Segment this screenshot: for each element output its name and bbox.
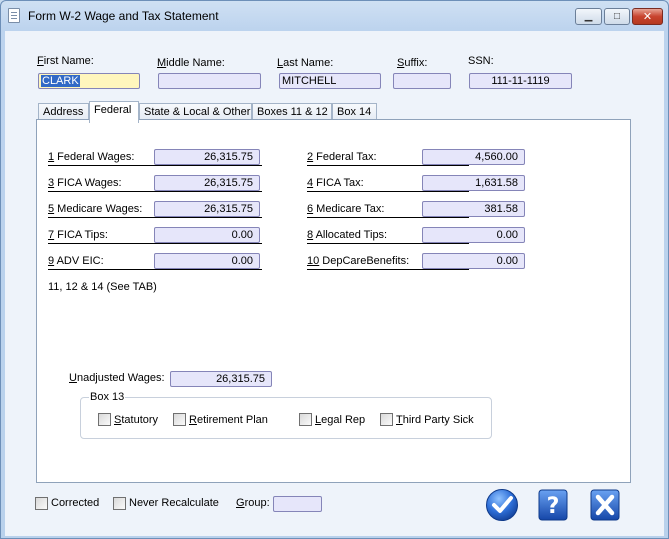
- first-name-value: CLARK: [41, 75, 80, 87]
- left-amount-field[interactable]: 0.00: [154, 253, 260, 269]
- right-field-text: FICA Tax:: [313, 177, 364, 189]
- corrected-label: Corrected: [51, 497, 100, 509]
- right-field-text: Medicare Tax:: [313, 203, 385, 215]
- row-underline: [48, 165, 262, 166]
- unadjusted-wages-label: Unadjusted Wages:: [69, 372, 165, 384]
- left-field-text: FICA Wages:: [54, 177, 122, 189]
- first-name-label: First Name:: [37, 55, 94, 67]
- left-amount-field[interactable]: 26,315.75: [154, 175, 260, 191]
- middle-name-field[interactable]: [158, 73, 261, 89]
- left-field-label: 1 Federal Wages:: [48, 151, 134, 163]
- left-field-label: 3 FICA Wages:: [48, 177, 122, 189]
- close-button[interactable]: ✕: [632, 8, 663, 25]
- group-label: Group:: [236, 497, 270, 509]
- first-name-field[interactable]: CLARK: [38, 73, 140, 89]
- right-field-label: 6 Medicare Tax:: [307, 203, 384, 215]
- last-name-field[interactable]: MITCHELL: [279, 73, 381, 89]
- row-underline: [48, 217, 262, 218]
- right-field-text: DepCareBenefits:: [319, 255, 410, 267]
- right-amount-field[interactable]: 381.58: [422, 201, 525, 217]
- help-button[interactable]: ?: [536, 488, 570, 522]
- right-field-label: 10 DepCareBenefits:: [307, 255, 409, 267]
- help-icon: ?: [538, 489, 568, 521]
- right-amount-field[interactable]: 1,631.58: [422, 175, 525, 191]
- box13-checkbox[interactable]: [299, 413, 312, 426]
- minimize-icon: ▁: [584, 11, 593, 22]
- right-field-text: Allocated Tips:: [313, 229, 388, 241]
- row-underline: [307, 165, 469, 166]
- window-title: Form W-2 Wage and Tax Statement: [28, 9, 219, 23]
- cancel-button[interactable]: [588, 488, 622, 522]
- cancel-x-icon: [590, 489, 620, 521]
- right-field-number: 10: [307, 255, 320, 267]
- left-field-label: 5 Medicare Wages:: [48, 203, 142, 215]
- right-field-label: 2 Federal Tax:: [307, 151, 377, 163]
- svg-text:?: ?: [547, 494, 560, 519]
- right-field-label: 8 Allocated Tips:: [307, 229, 387, 241]
- left-amount-field[interactable]: 26,315.75: [154, 149, 260, 165]
- right-amount-field[interactable]: 0.00: [422, 227, 525, 243]
- suffix-label: Suffix:: [397, 57, 428, 69]
- group-field[interactable]: [273, 496, 322, 512]
- maximize-icon: □: [613, 11, 621, 22]
- ssn-label: SSN:: [468, 55, 494, 67]
- tab-federal[interactable]: Federal: [89, 101, 139, 123]
- row-underline: [307, 269, 469, 270]
- left-field-text: ADV EIC:: [54, 255, 104, 267]
- left-field-text: FICA Tips:: [54, 229, 108, 241]
- middle-name-label: Middle Name:: [157, 57, 225, 69]
- row-underline: [48, 269, 262, 270]
- client-area: First Name: CLARK Middle Name: Last Name…: [5, 31, 664, 536]
- box13-checkbox[interactable]: [173, 413, 186, 426]
- never-recalculate-label: Never Recalculate: [129, 497, 219, 509]
- row-underline: [307, 191, 469, 192]
- left-field-label: 9 ADV EIC:: [48, 255, 104, 267]
- left-field-text: Federal Wages:: [54, 151, 135, 163]
- row-underline: [307, 217, 469, 218]
- box13-checkbox-label: Retirement Plan: [189, 414, 268, 426]
- row-underline: [48, 243, 262, 244]
- ssn-field[interactable]: 111-11-1119: [469, 73, 572, 89]
- see-tab-note: 11, 12 & 14 (See TAB): [48, 281, 157, 293]
- unadjusted-wages-field[interactable]: 26,315.75: [170, 371, 272, 387]
- last-name-label: Last Name:: [277, 57, 334, 69]
- row-underline: [48, 191, 262, 192]
- right-field-text: Federal Tax:: [313, 151, 377, 163]
- right-amount-field[interactable]: 0.00: [422, 253, 525, 269]
- box13-checkbox[interactable]: [98, 413, 111, 426]
- title-bar[interactable]: Form W-2 Wage and Tax Statement ▁ □ ✕: [1, 1, 668, 31]
- checkmark-icon: [486, 489, 518, 521]
- row-underline: [307, 243, 469, 244]
- w2-window: Form W-2 Wage and Tax Statement ▁ □ ✕ Fi…: [0, 0, 669, 539]
- corrected-checkbox[interactable]: [35, 497, 48, 510]
- suffix-field[interactable]: [393, 73, 451, 89]
- never-recalculate-checkbox[interactable]: [113, 497, 126, 510]
- maximize-button[interactable]: □: [604, 8, 630, 25]
- box13-checkbox-label: Statutory: [114, 414, 159, 426]
- close-icon: ✕: [642, 11, 653, 23]
- box13-title: Box 13: [89, 391, 126, 403]
- box13-checkbox[interactable]: [380, 413, 393, 426]
- ok-button[interactable]: [485, 488, 519, 522]
- left-field-label: 7 FICA Tips:: [48, 229, 108, 241]
- right-field-label: 4 FICA Tax:: [307, 177, 364, 189]
- box13-checkbox-label: Third Party Sick: [396, 414, 474, 426]
- left-amount-field[interactable]: 0.00: [154, 227, 260, 243]
- box13-group: Box 13 Statutory Retirement Plan Legal Rep…: [80, 391, 492, 439]
- right-amount-field[interactable]: 4,560.00: [422, 149, 525, 165]
- left-amount-field[interactable]: 26,315.75: [154, 201, 260, 217]
- box13-checkbox-label: Legal Rep: [315, 414, 366, 426]
- document-icon: [8, 8, 20, 23]
- left-field-text: Medicare Wages:: [54, 203, 143, 215]
- federal-panel: 1 Federal Wages: 26,315.75 2 Federal Tax: 4…: [36, 119, 631, 483]
- minimize-button[interactable]: ▁: [575, 8, 602, 25]
